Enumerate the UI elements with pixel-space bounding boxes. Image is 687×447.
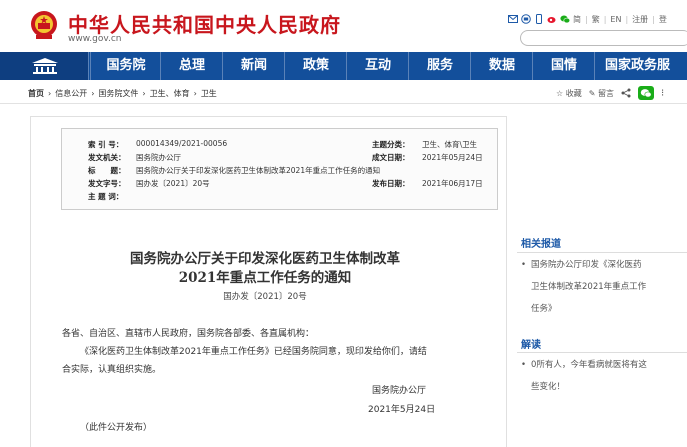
document-title-line1: 国务院办公厅关于印发深化医药卫生体制改革 — [130, 251, 400, 267]
related-report-line: 国务院办公厅印发《深化医药 — [531, 260, 642, 270]
related-reports-heading: 相关报道 — [521, 239, 561, 250]
sidebar: 相关报道 • 国务院办公厅印发《深化医药 卫生体制改革2021年重点工作 任务》… — [505, 230, 687, 442]
paragraph-line: 《深化医药卫生体制改革2021年重点工作任务》已经国务院同意，现印发给你们，请结 — [80, 347, 427, 357]
public-note: （此件公开发布） — [80, 423, 153, 433]
chevron-right-icon: › — [48, 89, 52, 98]
nav-services[interactable]: 服务 — [408, 52, 471, 80]
site-url[interactable]: www.gov.cn — [68, 34, 121, 44]
interpretation-heading: 解读 — [521, 340, 541, 351]
separator: | — [652, 14, 655, 24]
nav-news[interactable]: 新闻 — [222, 52, 285, 80]
issuer-value: 国务院办公厅 — [136, 153, 181, 162]
published-value: 2021年06月17日 — [422, 179, 483, 188]
mobile-icon[interactable] — [534, 14, 544, 24]
comment-label: 留言 — [597, 88, 614, 98]
separator: | — [603, 14, 607, 24]
favorite-label: 收藏 — [565, 88, 582, 98]
breadcrumb-state-docs[interactable]: 国务院文件 — [98, 88, 138, 99]
breadcrumb-home[interactable]: 首页 — [28, 88, 44, 99]
breadcrumb: 首页 › 信息公开 › 国务院文件 › 卫生、体育 › 卫生 — [28, 88, 217, 99]
title-label: 标 题： — [88, 166, 126, 175]
document-title-line2: 2021年重点工作任务的通知 — [178, 270, 352, 286]
keywords-label: 主 题 词： — [88, 192, 124, 201]
theme-value: 卫生、体育\卫生 — [422, 140, 478, 149]
index-value: 000014349/2021-00056 — [136, 139, 228, 148]
more-icon[interactable]: ⁝ — [661, 88, 664, 99]
share-icon[interactable] — [621, 88, 631, 98]
signature: 国务院办公厅 — [372, 386, 427, 396]
chevron-right-icon: › — [193, 89, 197, 98]
breadcrumb-health-sports[interactable]: 卫生、体育 — [150, 88, 190, 99]
chevron-right-icon: › — [91, 89, 95, 98]
chevron-right-icon: › — [142, 89, 146, 98]
nav-state-council[interactable]: 国务院 — [90, 52, 161, 80]
signature-date: 2021年5月24日 — [368, 405, 436, 415]
main-nav: 国务院 总理 新闻 政策 互动 服务 数据 国情 国家政务服 — [0, 52, 687, 80]
sidebar-divider — [517, 352, 687, 353]
search-input[interactable] — [520, 30, 687, 46]
nav-national-info[interactable]: 国情 — [532, 52, 595, 80]
wechat-glyph-icon — [640, 89, 652, 98]
related-report-link[interactable]: 国务院办公厅印发《深化医药 卫生体制改革2021年重点工作 任务》 — [531, 254, 687, 320]
comment-button[interactable]: ✎ 留言 — [589, 88, 614, 99]
published-label: 发布日期： — [372, 179, 410, 188]
interpretation-line: 些变化！ — [531, 382, 566, 392]
document-number: 国办发〔2021〕20号 — [223, 292, 307, 302]
lang-english[interactable]: EN — [610, 15, 621, 24]
bullet-icon: • — [521, 260, 527, 270]
theme-label: 主题分类： — [372, 140, 410, 149]
breadcrumb-divider — [0, 103, 687, 104]
chat-icon[interactable] — [521, 14, 531, 24]
nav-premier[interactable]: 总理 — [160, 52, 223, 80]
title-value: 国务院办公厅关于印发深化医药卫生体制改革2021年重点工作任务的通知 — [136, 166, 381, 175]
created-value: 2021年05月24日 — [422, 153, 483, 162]
related-report-line: 任务》 — [531, 304, 557, 314]
top-toolbar: 简 | 繁 | EN | 注册 | 登 — [508, 12, 667, 26]
docno-value: 国办发〔2021〕20号 — [136, 179, 210, 188]
wechat-small-icon[interactable] — [560, 14, 570, 24]
star-icon: ☆ — [556, 88, 564, 98]
breadcrumb-info-public[interactable]: 信息公开 — [55, 88, 87, 99]
register-link[interactable]: 注册 — [632, 14, 648, 25]
lang-traditional[interactable]: 繁 — [592, 14, 600, 25]
favorite-button[interactable]: ☆ 收藏 — [556, 88, 582, 99]
interpretation-link[interactable]: 0所有人，今年看病就医将有这 些变化！ — [531, 354, 687, 398]
separator: | — [625, 14, 629, 24]
login-link[interactable]: 登 — [659, 14, 667, 25]
wechat-share-icon[interactable] — [637, 86, 654, 100]
docno-label: 发文字号： — [88, 179, 126, 188]
related-report-line: 卫生体制改革2021年重点工作 — [531, 282, 647, 292]
interpretation-line: 0所有人，今年看病就医将有这 — [531, 360, 647, 370]
site-header: 中华人民共和国中央人民政府 www.gov.cn 简 | 繁 | EN | 注册… — [0, 0, 687, 52]
pencil-icon: ✎ — [588, 88, 596, 98]
weibo-icon[interactable] — [547, 14, 557, 24]
document-title: 国务院办公厅关于印发深化医药卫生体制改革 2021年重点工作任务的通知 — [60, 250, 470, 288]
index-label: 索 引 号： — [88, 140, 124, 149]
document-metadata: 索 引 号： 000014349/2021-00056 主题分类： 卫生、体育\… — [61, 128, 498, 210]
national-emblem-icon[interactable] — [30, 10, 58, 40]
nav-interaction[interactable]: 互动 — [346, 52, 409, 80]
lang-simplified[interactable]: 简 — [573, 14, 581, 25]
nav-home-button[interactable] — [0, 52, 89, 80]
nav-data[interactable]: 数据 — [470, 52, 533, 80]
paragraph-line: 合实际，认真组织实施。 — [62, 365, 162, 375]
mail-icon[interactable] — [508, 14, 518, 24]
separator: | — [585, 14, 588, 24]
salutation: 各省、自治区、直辖市人民政府，国务院各部委、各直属机构： — [62, 329, 315, 339]
issuer-label: 发文机关： — [88, 153, 126, 162]
home-building-icon — [32, 58, 58, 74]
nav-gov-services[interactable]: 国家政务服 — [594, 52, 687, 80]
created-label: 成文日期： — [372, 153, 410, 162]
nav-policy[interactable]: 政策 — [284, 52, 347, 80]
article-tools: ☆ 收藏 ✎ 留言 ⁝ — [556, 86, 664, 100]
bullet-icon: • — [521, 360, 527, 370]
sidebar-divider — [517, 252, 687, 253]
breadcrumb-health[interactable]: 卫生 — [201, 88, 217, 99]
